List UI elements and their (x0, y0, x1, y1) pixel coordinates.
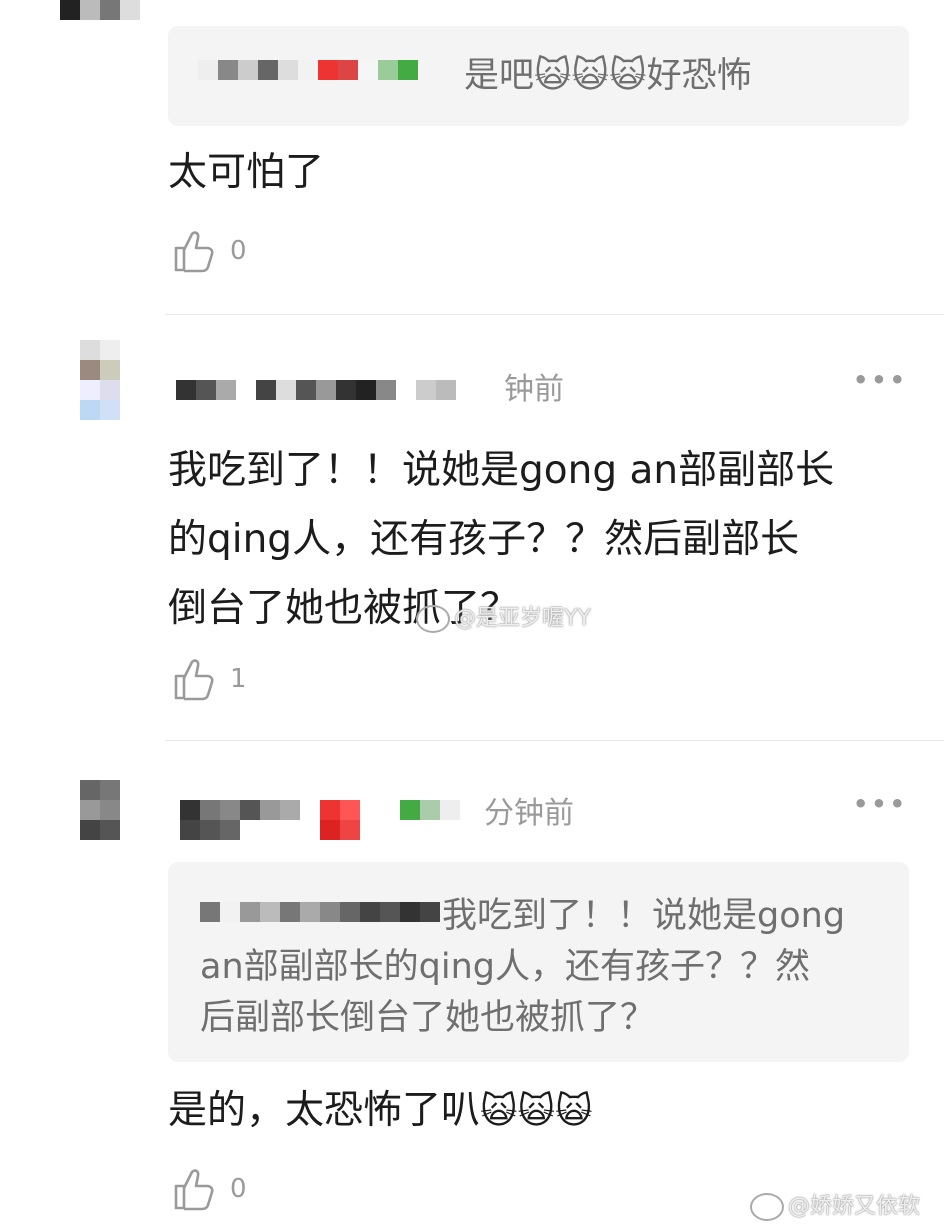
quoted-line-1: 我吃到了！！说她是gong (442, 896, 846, 936)
quoted-text: 是吧🙀🙀🙀好恐怖 (464, 55, 752, 96)
username-mosaic[interactable] (176, 380, 456, 400)
badge-mosaic (400, 800, 460, 820)
comment-text: 是的，太恐怖了叭🙀🙀🙀 (168, 1088, 593, 1133)
like-button[interactable]: 0 (170, 1166, 247, 1212)
username-mosaic[interactable] (180, 800, 300, 840)
weibo-logo-icon (750, 1193, 784, 1221)
divider (165, 740, 944, 741)
quoted-line-2: an部副部长的qing人，还有孩子？？然 (200, 947, 810, 987)
comment-line-2: 的qing人，还有孩子？？然后副部长 (168, 517, 800, 562)
like-count: 1 (230, 664, 247, 694)
weibo-logo-icon (416, 605, 450, 633)
watermark-bottom: @娇娇又依软 (750, 1188, 920, 1221)
username-mosaic (200, 902, 440, 922)
watermark-middle: @是亚岁喔YY (416, 600, 591, 633)
fearful-cat-emoji: 🙀🙀🙀 (480, 1091, 593, 1132)
like-button[interactable]: 0 (170, 228, 247, 274)
like-button[interactable]: 1 (170, 656, 247, 702)
avatar-mosaic-top (60, 0, 140, 20)
badge-mosaic (320, 800, 360, 840)
thumbs-up-icon (174, 1169, 214, 1211)
comment-time: 分钟前 (484, 796, 574, 831)
avatar[interactable] (80, 780, 120, 840)
fearful-cat-emoji: 🙀🙀🙀 (534, 55, 647, 96)
thumbs-up-icon (174, 659, 214, 701)
thumbs-up-icon (174, 231, 214, 273)
avatar[interactable] (80, 340, 120, 420)
username-mosaic (198, 60, 438, 80)
comment-text: 太可怕了 (168, 150, 325, 195)
more-icon[interactable]: ••• (853, 790, 908, 818)
divider (165, 314, 944, 315)
more-icon[interactable]: ••• (853, 366, 908, 394)
quoted-reply-box: 是吧🙀🙀🙀好恐怖 (168, 26, 909, 126)
comment-time: 钟前 (504, 372, 564, 407)
like-count: 0 (230, 236, 247, 266)
comment-line-1: 我吃到了！！说她是gong an部副部长 (168, 448, 835, 493)
like-count: 0 (230, 1174, 247, 1204)
quoted-line-3: 后副部长倒台了她也被抓了？ (200, 998, 656, 1038)
quoted-reply-box: 我吃到了！！说她是gong an部副部长的qing人，还有孩子？？然 后副部长倒… (168, 862, 909, 1062)
